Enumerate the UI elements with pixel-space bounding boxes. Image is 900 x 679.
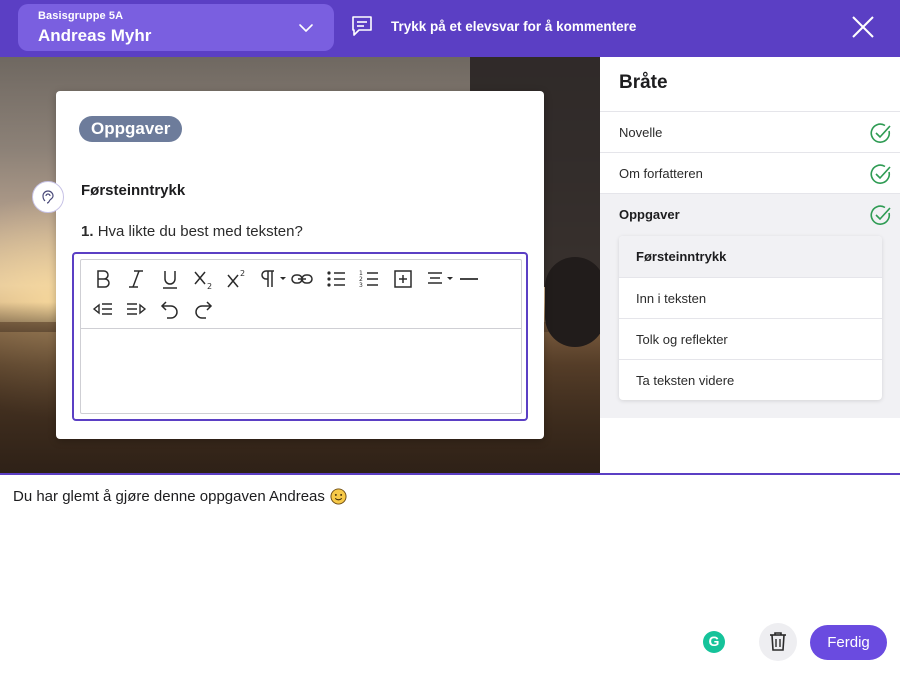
svg-text:2: 2 — [240, 269, 245, 278]
subtask-tolk-og-reflekter[interactable]: Tolk og reflekter — [619, 318, 882, 359]
insert-table-icon[interactable] — [391, 267, 415, 291]
category-pill: Oppgaver — [79, 116, 183, 142]
subtask-forsteinntrykk[interactable]: Førsteinntrykk — [619, 236, 882, 277]
comment-icon — [352, 16, 372, 36]
subtask-label: Inn i teksten — [636, 291, 707, 306]
subtask-label: Ta teksten videre — [636, 373, 735, 388]
student-selector[interactable]: Basisgruppe 5A Andreas Myhr — [18, 4, 334, 51]
underline-icon[interactable] — [158, 267, 182, 291]
trash-icon — [770, 632, 786, 651]
done-button[interactable]: Ferdig — [810, 625, 887, 660]
subtask-label: Førsteinntrykk — [636, 249, 727, 264]
chevron-down-icon — [299, 24, 313, 32]
superscript-icon[interactable]: 2 — [224, 267, 248, 291]
question: 1. Hva likte du best med teksten? — [81, 223, 303, 240]
svg-text:2: 2 — [207, 282, 212, 291]
smiley-emoji-icon — [330, 488, 347, 505]
answer-editor: 2 2 123 — [80, 259, 522, 414]
subtask-list: Førsteinntrykk Inn i teksten Tolk og ref… — [619, 236, 882, 400]
group-name: Basisgruppe 5A — [38, 10, 124, 22]
italic-icon[interactable] — [124, 267, 148, 291]
answer-editor-frame: 2 2 123 — [72, 252, 528, 421]
nav-item-label: Oppgaver — [619, 207, 680, 222]
subtask-label: Tolk og reflekter — [636, 332, 728, 347]
comment-hint: Trykk på et elevsvar for å kommentere — [350, 14, 636, 38]
subtask-container: Førsteinntrykk Inn i teksten Tolk og ref… — [600, 234, 900, 418]
bold-icon[interactable] — [91, 267, 115, 291]
close-icon[interactable] — [850, 14, 876, 40]
subtask-ta-teksten-videre[interactable]: Ta teksten videre — [619, 359, 882, 400]
comment-hint-text: Trykk på et elevsvar for å kommentere — [391, 18, 637, 34]
bullet-list-icon[interactable] — [324, 267, 348, 291]
task-card: Oppgaver Førsteinntrykk 1. Hva likte du … — [56, 91, 544, 439]
answer-text-area[interactable] — [81, 330, 521, 414]
outdent-icon[interactable] — [91, 297, 115, 321]
editor-toolbar: 2 2 123 — [81, 260, 521, 329]
question-text: Hva likte du best med teksten? — [97, 223, 303, 240]
grammarly-button[interactable]: G — [703, 631, 725, 653]
delete-comment-button[interactable] — [759, 623, 797, 661]
question-number: 1. — [81, 223, 94, 240]
comment-input[interactable]: Du har glemt å gjøre denne oppgaven Andr… — [13, 488, 347, 505]
nav-item-novelle[interactable]: Novelle — [600, 111, 900, 152]
subscript-icon[interactable]: 2 — [191, 267, 215, 291]
comment-divider — [0, 473, 900, 475]
undo-icon[interactable] — [158, 297, 182, 321]
svg-text:3: 3 — [359, 282, 363, 289]
numbered-list-icon[interactable]: 123 — [357, 267, 381, 291]
task-navigation-panel: Bråte Novelle Om forfatteren Oppgaver Fø… — [600, 57, 900, 473]
subtask-inn-i-teksten[interactable]: Inn i teksten — [619, 277, 882, 318]
nav-item-label: Novelle — [619, 125, 663, 140]
grammarly-icon: G — [708, 633, 720, 649]
panel-title: Bråte — [619, 72, 668, 93]
align-center-icon[interactable] — [424, 267, 456, 291]
horizontal-rule-icon[interactable] — [457, 267, 481, 291]
section-title: Førsteinntrykk — [81, 182, 186, 199]
comment-text: Du har glemt å gjøre denne oppgaven Andr… — [13, 488, 325, 505]
check-circle-icon — [870, 164, 891, 184]
nav-item-om-forfatteren[interactable]: Om forfatteren — [600, 152, 900, 193]
redo-icon[interactable] — [191, 297, 215, 321]
indent-icon[interactable] — [124, 297, 148, 321]
ear-icon — [42, 190, 54, 204]
student-name: Andreas Myhr — [38, 26, 152, 45]
paragraph-icon[interactable] — [257, 267, 289, 291]
top-bar: Basisgruppe 5A Andreas Myhr Trykk på et … — [0, 0, 900, 57]
nav-item-label: Om forfatteren — [619, 166, 703, 181]
listen-button[interactable] — [32, 181, 64, 213]
link-icon[interactable] — [290, 267, 314, 291]
check-circle-icon — [870, 205, 891, 225]
check-circle-icon — [870, 123, 891, 143]
nav-item-oppgaver[interactable]: Oppgaver — [600, 193, 900, 234]
